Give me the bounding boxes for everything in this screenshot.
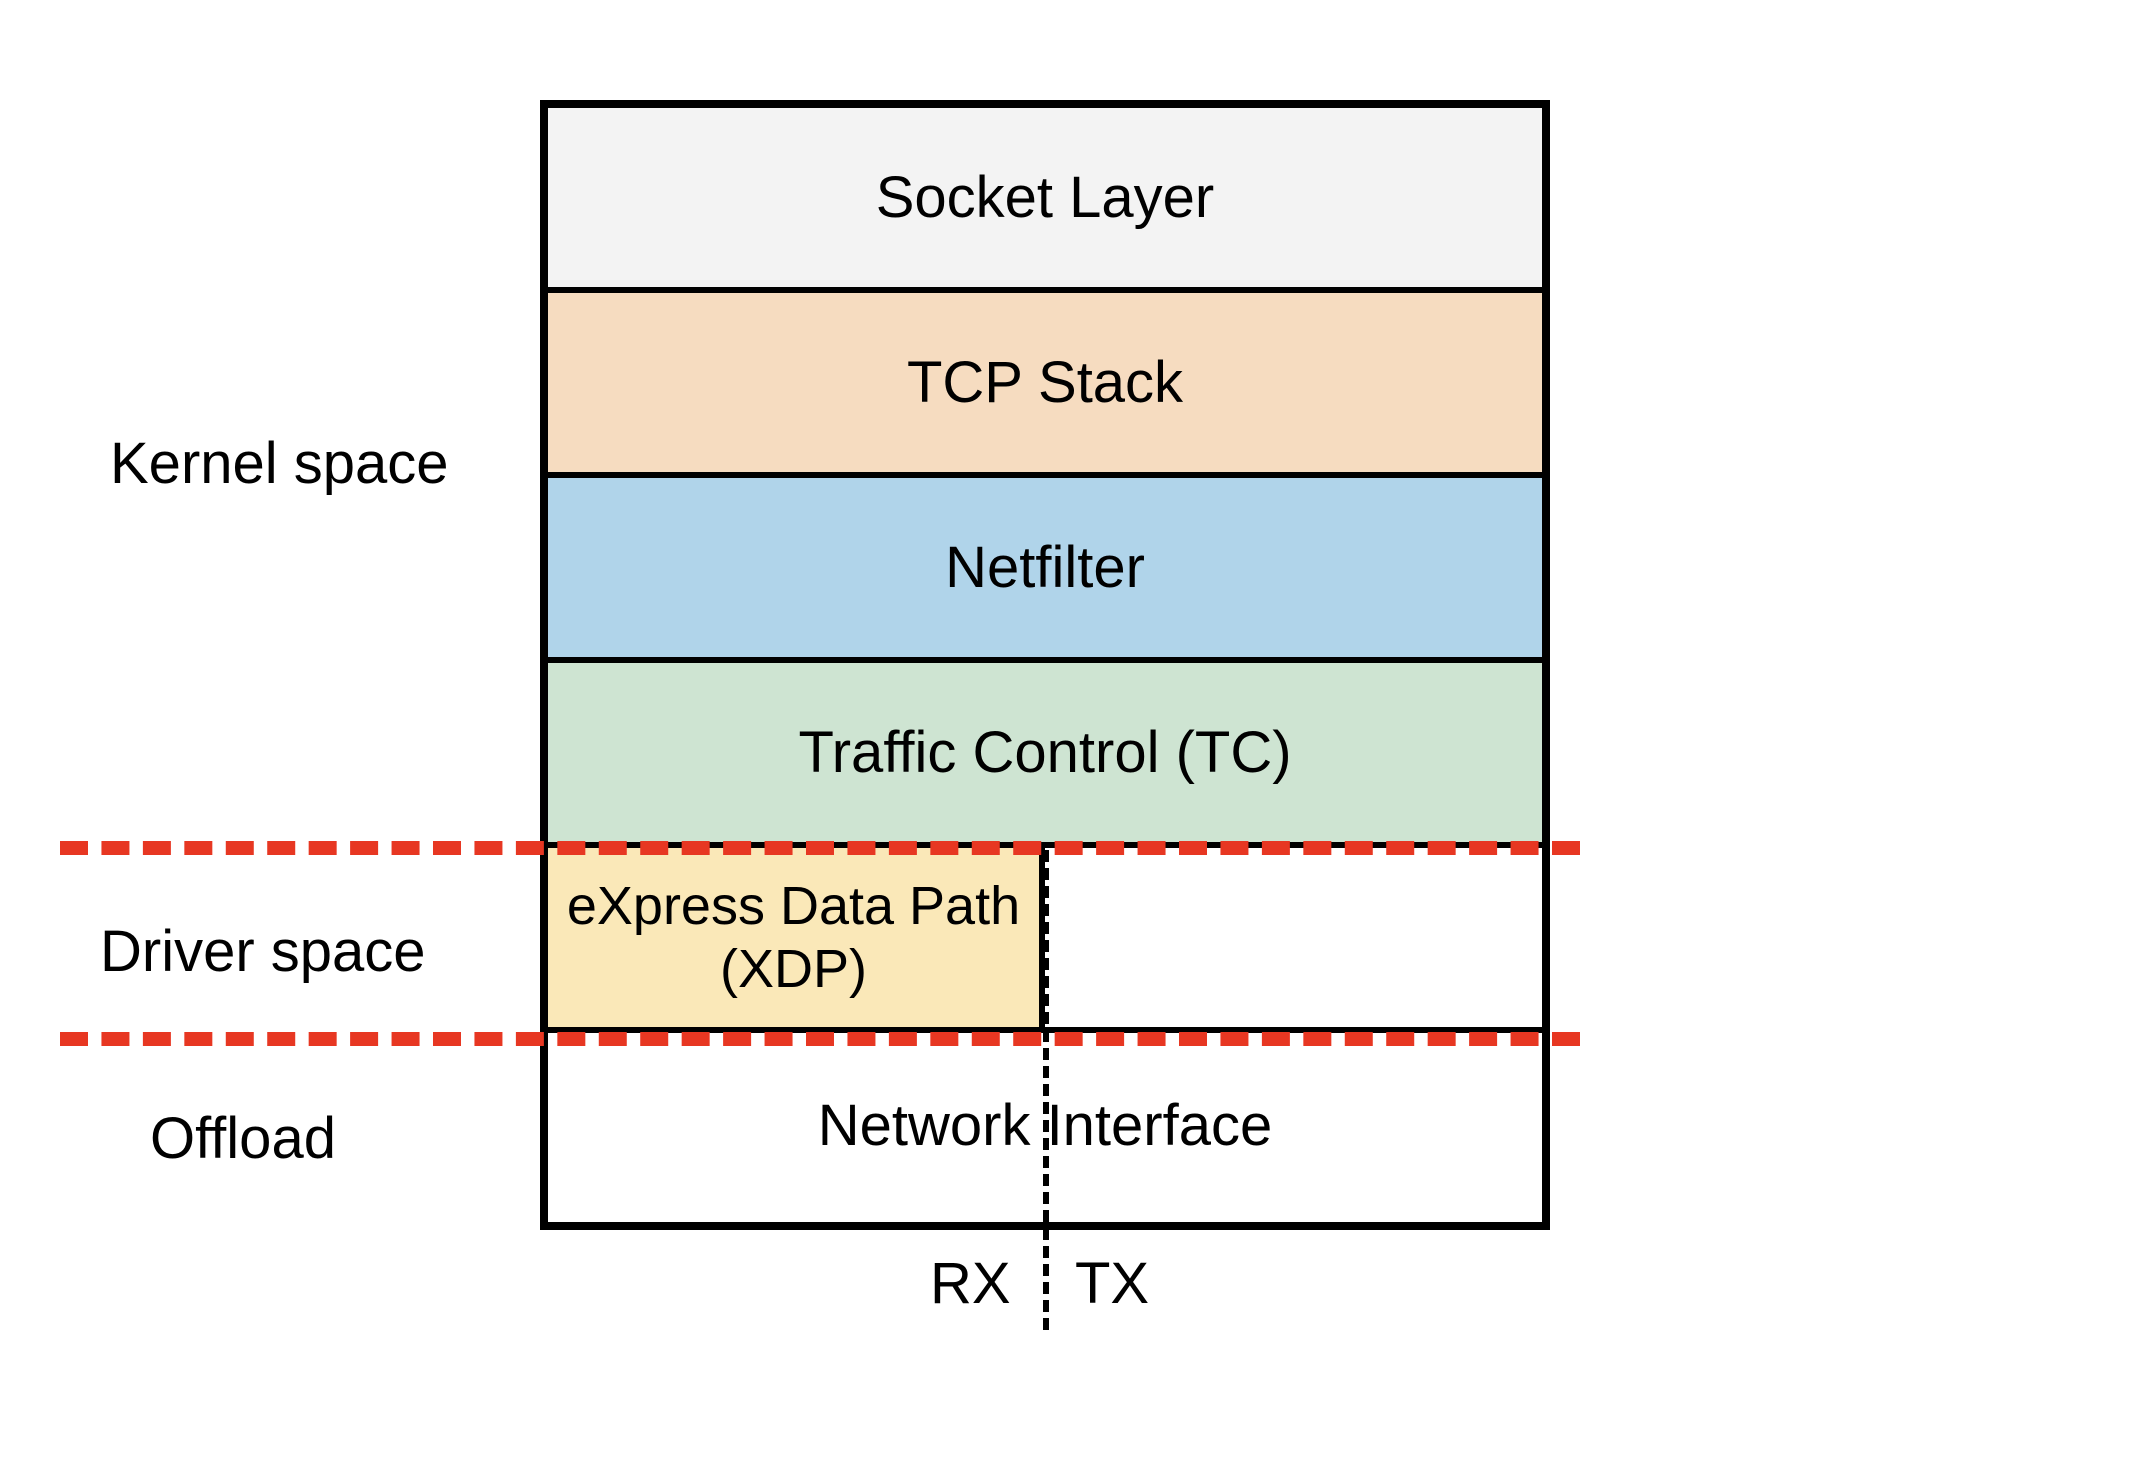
rx-tx-divider — [1043, 850, 1049, 1330]
tcp-stack-box: TCP Stack — [548, 293, 1542, 478]
rx-label: RX — [930, 1250, 1011, 1317]
kernel-driver-divider — [60, 841, 1580, 855]
driver-space-label: Driver space — [100, 918, 426, 985]
kernel-space-label: Kernel space — [110, 430, 449, 497]
offload-label: Offload — [150, 1105, 336, 1172]
socket-layer-box: Socket Layer — [548, 108, 1542, 293]
xdp-tx-empty — [1045, 848, 1542, 1027]
tx-label: TX — [1075, 1250, 1149, 1317]
driver-offload-divider — [60, 1032, 1580, 1046]
traffic-control-box: Traffic Control (TC) — [548, 663, 1542, 848]
netfilter-box: Netfilter — [548, 478, 1542, 663]
xdp-box: eXpress Data Path (XDP) — [548, 848, 1045, 1027]
